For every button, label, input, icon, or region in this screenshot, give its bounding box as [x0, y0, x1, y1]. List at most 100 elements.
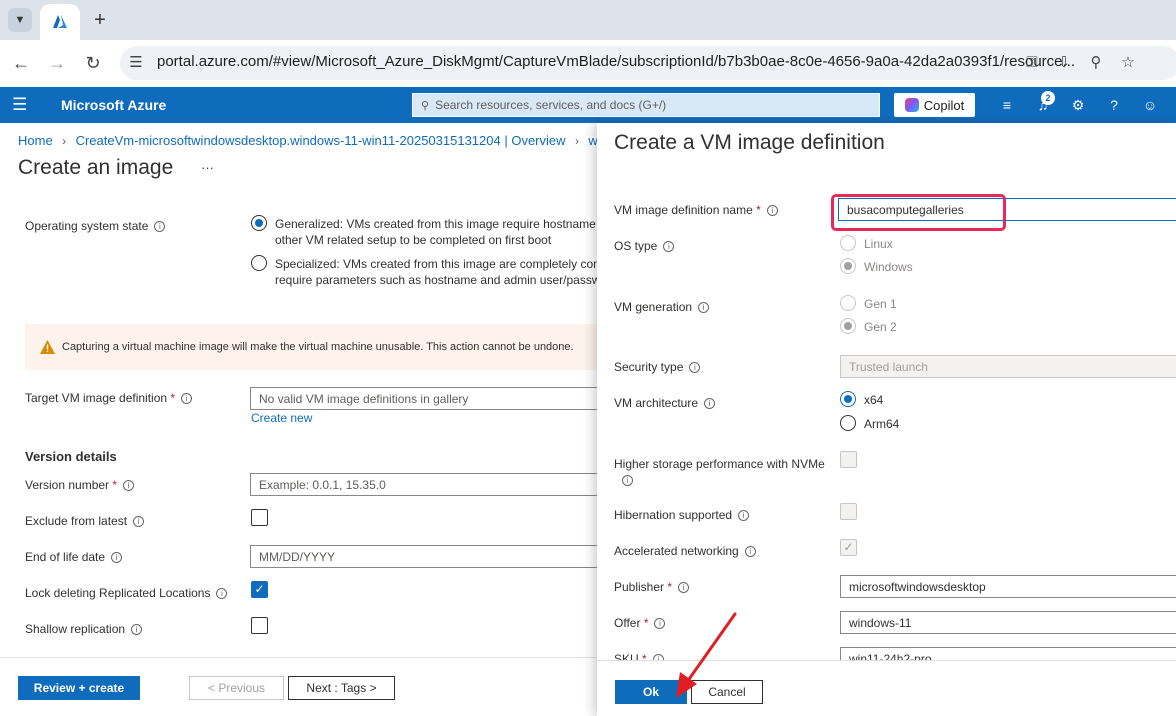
- info-icon: i: [738, 510, 750, 521]
- accelerated-networking-label: Accelerated networking i: [614, 544, 756, 558]
- eol-date-label: End of life date i: [25, 550, 123, 564]
- gen1-radio[interactable]: [840, 295, 856, 311]
- more-options-button[interactable]: ···: [201, 160, 214, 175]
- offer-label: Offer * i: [614, 616, 666, 630]
- forward-button[interactable]: →: [44, 50, 70, 76]
- zoom-icon[interactable]: ⚲: [1086, 52, 1106, 72]
- warning-icon: [40, 340, 55, 354]
- version-number-label: Version number * i: [25, 478, 135, 492]
- search-icon: ⚲: [421, 99, 430, 112]
- os-windows-radio[interactable]: [840, 258, 856, 274]
- vm-architecture-label: VM architecture i: [614, 396, 716, 410]
- browser-toolbar: ← → ↻ ☰ portal.azure.com/#view/Microsoft…: [0, 40, 1176, 86]
- info-icon: i: [689, 362, 701, 373]
- global-search-input[interactable]: ⚲ Search resources, services, and docs (…: [412, 93, 880, 117]
- hibernation-label: Hibernation supported i: [614, 508, 750, 522]
- target-definition-label: Target VM image definition * i: [25, 391, 193, 405]
- arch-arm64-radio[interactable]: [840, 415, 856, 431]
- accelerated-networking-checkbox[interactable]: ✓: [840, 539, 857, 556]
- tab-menu-button[interactable]: ▼: [8, 8, 32, 32]
- info-icon: i: [622, 475, 633, 486]
- new-tab-button[interactable]: +: [88, 8, 112, 32]
- hibernation-checkbox[interactable]: [840, 503, 857, 520]
- specialized-description: Specialized: VMs created from this image…: [275, 257, 613, 287]
- info-icon: i: [654, 618, 666, 629]
- url-text[interactable]: portal.azure.com/#view/Microsoft_Azure_D…: [157, 53, 1075, 70]
- notification-count-badge: 2: [1041, 91, 1055, 105]
- generalized-radio[interactable]: [251, 215, 267, 231]
- lock-deleting-label: Lock deleting Replicated Locations i: [25, 586, 228, 600]
- checkmark-icon: ✓: [843, 540, 854, 554]
- specialized-radio[interactable]: [251, 255, 267, 271]
- info-icon: i: [154, 221, 166, 232]
- azure-logo-icon: [53, 15, 67, 28]
- warning-text: Capturing a virtual machine image will m…: [62, 341, 574, 353]
- publisher-input[interactable]: microsoftwindowsdesktop: [840, 575, 1176, 598]
- arrow-left-icon: ←: [12, 52, 30, 73]
- review-create-button[interactable]: Review + create: [18, 676, 140, 700]
- arch-arm64-label: Arm64: [864, 417, 900, 431]
- key-icon[interactable]: ⚿: [1022, 52, 1042, 72]
- lock-deleting-checkbox[interactable]: ✓: [251, 581, 268, 598]
- breadcrumb-home[interactable]: Home: [18, 133, 53, 148]
- browser-tab[interactable]: [40, 4, 80, 40]
- security-type-label: Security type i: [614, 360, 701, 374]
- cloud-shell-icon[interactable]: ≡: [997, 95, 1017, 115]
- breadcrumb-vm-overview[interactable]: CreateVm-microsoftwindowsdesktop.windows…: [76, 133, 566, 148]
- reload-icon: ↻: [85, 52, 101, 73]
- copilot-label: Copilot: [923, 97, 965, 113]
- target-definition-select[interactable]: No valid VM image definitions in gallery: [250, 387, 610, 410]
- help-icon[interactable]: ?: [1104, 95, 1124, 115]
- install-app-icon[interactable]: ⇩: [1054, 52, 1074, 72]
- shallow-replication-checkbox[interactable]: [251, 617, 268, 634]
- bookmark-star-icon[interactable]: ☆: [1118, 52, 1138, 72]
- reload-button[interactable]: ↻: [80, 50, 106, 76]
- info-icon: i: [111, 552, 123, 563]
- site-info-icon[interactable]: ☰: [126, 52, 146, 72]
- gen2-label: Gen 2: [864, 320, 897, 334]
- back-button[interactable]: ←: [8, 50, 34, 76]
- info-icon: i: [704, 398, 716, 409]
- search-placeholder: Search resources, services, and docs (G+…: [435, 98, 667, 112]
- info-icon: i: [216, 588, 228, 599]
- security-type-select[interactable]: Trusted launch: [840, 355, 1176, 378]
- eol-date-input[interactable]: MM/DD/YYYY: [250, 545, 610, 568]
- arch-x64-radio[interactable]: [840, 391, 856, 407]
- info-icon: i: [663, 241, 675, 252]
- info-icon: i: [678, 582, 690, 593]
- os-linux-label: Linux: [864, 237, 893, 251]
- azure-brand[interactable]: Microsoft Azure: [61, 97, 166, 113]
- gen1-label: Gen 1: [864, 297, 897, 311]
- browser-tab-bar: ▼ +: [0, 0, 1176, 40]
- red-arrow-annotation: [676, 612, 737, 698]
- definition-name-label: VM image definition name * i: [614, 203, 778, 217]
- settings-gear-icon[interactable]: ⚙: [1068, 95, 1088, 115]
- breadcrumb-separator-icon: ›: [62, 134, 67, 148]
- shallow-replication-label: Shallow replication i: [25, 622, 143, 636]
- exclude-latest-checkbox[interactable]: [251, 509, 268, 526]
- nvme-checkbox[interactable]: [840, 451, 857, 468]
- vm-generation-label: VM generation i: [614, 300, 710, 314]
- checkmark-icon: ✓: [254, 582, 265, 596]
- arch-x64-label: x64: [864, 393, 884, 407]
- exclude-latest-label: Exclude from latest i: [25, 514, 145, 528]
- copilot-button[interactable]: Copilot: [894, 93, 975, 117]
- os-type-label: OS type i: [614, 239, 675, 253]
- previous-button[interactable]: < Previous: [189, 676, 284, 700]
- gen2-radio[interactable]: [840, 318, 856, 334]
- feedback-icon[interactable]: ☺: [1140, 95, 1160, 115]
- create-new-link[interactable]: Create new: [251, 411, 312, 425]
- breadcrumb: Home › CreateVm-microsoftwindowsdesktop.…: [18, 132, 622, 150]
- hamburger-menu-icon[interactable]: ☰: [12, 95, 32, 115]
- footer-divider: [0, 657, 597, 658]
- publisher-label: Publisher * i: [614, 580, 690, 594]
- nvme-label: Higher storage performance with NVMe i: [614, 457, 825, 486]
- arrow-right-icon: →: [48, 52, 66, 73]
- azure-top-bar: ☰ Microsoft Azure ⚲ Search resources, se…: [0, 87, 1176, 123]
- os-linux-radio[interactable]: [840, 235, 856, 251]
- generalized-description: Generalized: VMs created from this image…: [275, 217, 610, 247]
- version-number-input[interactable]: Example: 0.0.1, 15.35.0: [250, 473, 610, 496]
- next-tags-button[interactable]: Next : Tags >: [288, 676, 395, 700]
- os-state-label: Operating system state i: [25, 219, 166, 233]
- offer-input[interactable]: windows-11: [840, 611, 1176, 634]
